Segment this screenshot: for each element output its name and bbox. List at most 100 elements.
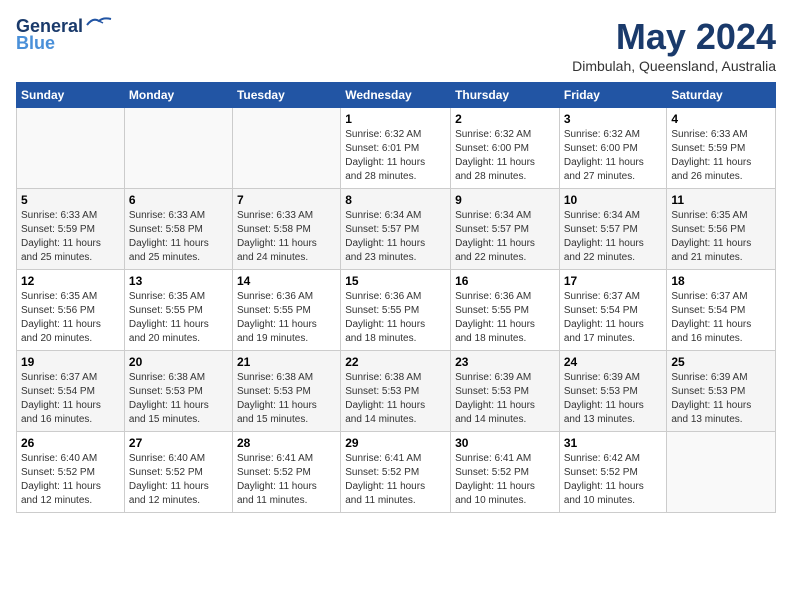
- day-info: Sunrise: 6:32 AM Sunset: 6:01 PM Dayligh…: [345, 128, 446, 184]
- day-number: 7: [237, 193, 336, 207]
- calendar-cell: 8 Sunrise: 6:34 AM Sunset: 5:57 PM Daylig…: [341, 189, 451, 270]
- calendar-cell: 9 Sunrise: 6:34 AM Sunset: 5:57 PM Daylig…: [451, 189, 560, 270]
- day-info: Sunrise: 6:34 AM Sunset: 5:57 PM Dayligh…: [564, 209, 663, 265]
- day-info: Sunrise: 6:33 AM Sunset: 5:58 PM Dayligh…: [237, 209, 336, 265]
- day-number: 2: [455, 112, 555, 126]
- day-number: 19: [21, 355, 120, 369]
- calendar-cell: [17, 108, 125, 189]
- day-info: Sunrise: 6:38 AM Sunset: 5:53 PM Dayligh…: [129, 371, 228, 427]
- calendar-cell: 13 Sunrise: 6:35 AM Sunset: 5:55 PM Dayli…: [124, 270, 232, 351]
- month-title: May 2024: [572, 16, 776, 58]
- calendar-cell: 29 Sunrise: 6:41 AM Sunset: 5:52 PM Dayli…: [341, 432, 451, 513]
- weekday-header: Tuesday: [232, 83, 340, 108]
- calendar-week-row: 19 Sunrise: 6:37 AM Sunset: 5:54 PM Dayli…: [17, 351, 776, 432]
- calendar-cell: 17 Sunrise: 6:37 AM Sunset: 5:54 PM Dayli…: [559, 270, 667, 351]
- day-info: Sunrise: 6:32 AM Sunset: 6:00 PM Dayligh…: [455, 128, 555, 184]
- day-info: Sunrise: 6:41 AM Sunset: 5:52 PM Dayligh…: [237, 452, 336, 508]
- day-number: 5: [21, 193, 120, 207]
- calendar-cell: 21Sunrise: 6:38 AM Sunset: 5:53 PM Dayli…: [232, 351, 340, 432]
- day-info: Sunrise: 6:39 AM Sunset: 5:53 PM Dayligh…: [564, 371, 663, 427]
- calendar-cell: [232, 108, 340, 189]
- day-info: Sunrise: 6:37 AM Sunset: 5:54 PM Dayligh…: [564, 290, 663, 346]
- weekday-header: Monday: [124, 83, 232, 108]
- calendar-cell: 25 Sunrise: 6:39 AM Sunset: 5:53 PM Dayli…: [667, 351, 776, 432]
- day-number: 28: [237, 436, 336, 450]
- day-number: 22: [345, 355, 446, 369]
- calendar-cell: [667, 432, 776, 513]
- calendar-cell: 12 Sunrise: 6:35 AM Sunset: 5:56 PM Dayli…: [17, 270, 125, 351]
- title-block: May 2024 Dimbulah, Queensland, Australia: [572, 16, 776, 74]
- day-number: 25: [671, 355, 771, 369]
- day-number: 10: [564, 193, 663, 207]
- calendar-cell: 4 Sunrise: 6:33 AM Sunset: 5:59 PM Daylig…: [667, 108, 776, 189]
- day-number: 11: [671, 193, 771, 207]
- day-info: Sunrise: 6:34 AM Sunset: 5:57 PM Dayligh…: [345, 209, 446, 265]
- calendar-cell: 28 Sunrise: 6:41 AM Sunset: 5:52 PM Dayli…: [232, 432, 340, 513]
- day-info: Sunrise: 6:40 AM Sunset: 5:52 PM Dayligh…: [21, 452, 120, 508]
- day-info: Sunrise: 6:37 AM Sunset: 5:54 PM Dayligh…: [671, 290, 771, 346]
- day-number: 4: [671, 112, 771, 126]
- day-info: Sunrise: 6:35 AM Sunset: 5:56 PM Dayligh…: [21, 290, 120, 346]
- day-number: 18: [671, 274, 771, 288]
- logo-bird-icon: [85, 15, 113, 31]
- day-info: Sunrise: 6:36 AM Sunset: 5:55 PM Dayligh…: [237, 290, 336, 346]
- calendar-cell: [124, 108, 232, 189]
- weekday-header-row: SundayMondayTuesdayWednesdayThursdayFrid…: [17, 83, 776, 108]
- calendar-cell: 15Sunrise: 6:36 AM Sunset: 5:55 PM Dayli…: [341, 270, 451, 351]
- calendar-cell: 23 Sunrise: 6:39 AM Sunset: 5:53 PM Dayli…: [451, 351, 560, 432]
- weekday-header: Wednesday: [341, 83, 451, 108]
- day-number: 15: [345, 274, 446, 288]
- weekday-header: Thursday: [451, 83, 560, 108]
- weekday-header: Sunday: [17, 83, 125, 108]
- calendar-cell: 31 Sunrise: 6:42 AM Sunset: 5:52 PM Dayli…: [559, 432, 667, 513]
- weekday-header: Saturday: [667, 83, 776, 108]
- calendar-cell: 16 Sunrise: 6:36 AM Sunset: 5:55 PM Dayli…: [451, 270, 560, 351]
- calendar-cell: 6 Sunrise: 6:33 AM Sunset: 5:58 PM Daylig…: [124, 189, 232, 270]
- calendar-cell: 10 Sunrise: 6:34 AM Sunset: 5:57 PM Dayli…: [559, 189, 667, 270]
- day-number: 30: [455, 436, 555, 450]
- day-number: 9: [455, 193, 555, 207]
- day-number: 23: [455, 355, 555, 369]
- day-info: Sunrise: 6:33 AM Sunset: 5:59 PM Dayligh…: [671, 128, 771, 184]
- location-subtitle: Dimbulah, Queensland, Australia: [572, 58, 776, 74]
- day-number: 24: [564, 355, 663, 369]
- day-info: Sunrise: 6:39 AM Sunset: 5:53 PM Dayligh…: [671, 371, 771, 427]
- calendar-cell: 7 Sunrise: 6:33 AM Sunset: 5:58 PM Daylig…: [232, 189, 340, 270]
- calendar-cell: 3Sunrise: 6:32 AM Sunset: 6:00 PM Daylig…: [559, 108, 667, 189]
- calendar-cell: 22 Sunrise: 6:38 AM Sunset: 5:53 PM Dayli…: [341, 351, 451, 432]
- day-info: Sunrise: 6:38 AM Sunset: 5:53 PM Dayligh…: [345, 371, 446, 427]
- calendar-week-row: 26Sunrise: 6:40 AM Sunset: 5:52 PM Dayli…: [17, 432, 776, 513]
- day-info: Sunrise: 6:35 AM Sunset: 5:56 PM Dayligh…: [671, 209, 771, 265]
- day-info: Sunrise: 6:35 AM Sunset: 5:55 PM Dayligh…: [129, 290, 228, 346]
- day-number: 8: [345, 193, 446, 207]
- day-info: Sunrise: 6:37 AM Sunset: 5:54 PM Dayligh…: [21, 371, 120, 427]
- page-header: General Blue May 2024 Dimbulah, Queensla…: [16, 16, 776, 74]
- day-info: Sunrise: 6:36 AM Sunset: 5:55 PM Dayligh…: [455, 290, 555, 346]
- day-number: 1: [345, 112, 446, 126]
- day-number: 27: [129, 436, 228, 450]
- day-number: 16: [455, 274, 555, 288]
- calendar-cell: 2 Sunrise: 6:32 AM Sunset: 6:00 PM Daylig…: [451, 108, 560, 189]
- day-number: 21: [237, 355, 336, 369]
- day-number: 14: [237, 274, 336, 288]
- day-number: 12: [21, 274, 120, 288]
- logo-blue: Blue: [16, 33, 55, 54]
- calendar-cell: 26Sunrise: 6:40 AM Sunset: 5:52 PM Dayli…: [17, 432, 125, 513]
- calendar-cell: 5Sunrise: 6:33 AM Sunset: 5:59 PM Daylig…: [17, 189, 125, 270]
- day-info: Sunrise: 6:41 AM Sunset: 5:52 PM Dayligh…: [345, 452, 446, 508]
- day-number: 13: [129, 274, 228, 288]
- day-number: 20: [129, 355, 228, 369]
- calendar-cell: 27Sunrise: 6:40 AM Sunset: 5:52 PM Dayli…: [124, 432, 232, 513]
- calendar-cell: 24 Sunrise: 6:39 AM Sunset: 5:53 PM Dayli…: [559, 351, 667, 432]
- day-info: Sunrise: 6:34 AM Sunset: 5:57 PM Dayligh…: [455, 209, 555, 265]
- day-number: 6: [129, 193, 228, 207]
- day-info: Sunrise: 6:41 AM Sunset: 5:52 PM Dayligh…: [455, 452, 555, 508]
- day-info: Sunrise: 6:33 AM Sunset: 5:58 PM Dayligh…: [129, 209, 228, 265]
- day-info: Sunrise: 6:42 AM Sunset: 5:52 PM Dayligh…: [564, 452, 663, 508]
- day-info: Sunrise: 6:39 AM Sunset: 5:53 PM Dayligh…: [455, 371, 555, 427]
- day-number: 29: [345, 436, 446, 450]
- day-number: 31: [564, 436, 663, 450]
- day-number: 3: [564, 112, 663, 126]
- calendar-table: SundayMondayTuesdayWednesdayThursdayFrid…: [16, 82, 776, 513]
- day-number: 17: [564, 274, 663, 288]
